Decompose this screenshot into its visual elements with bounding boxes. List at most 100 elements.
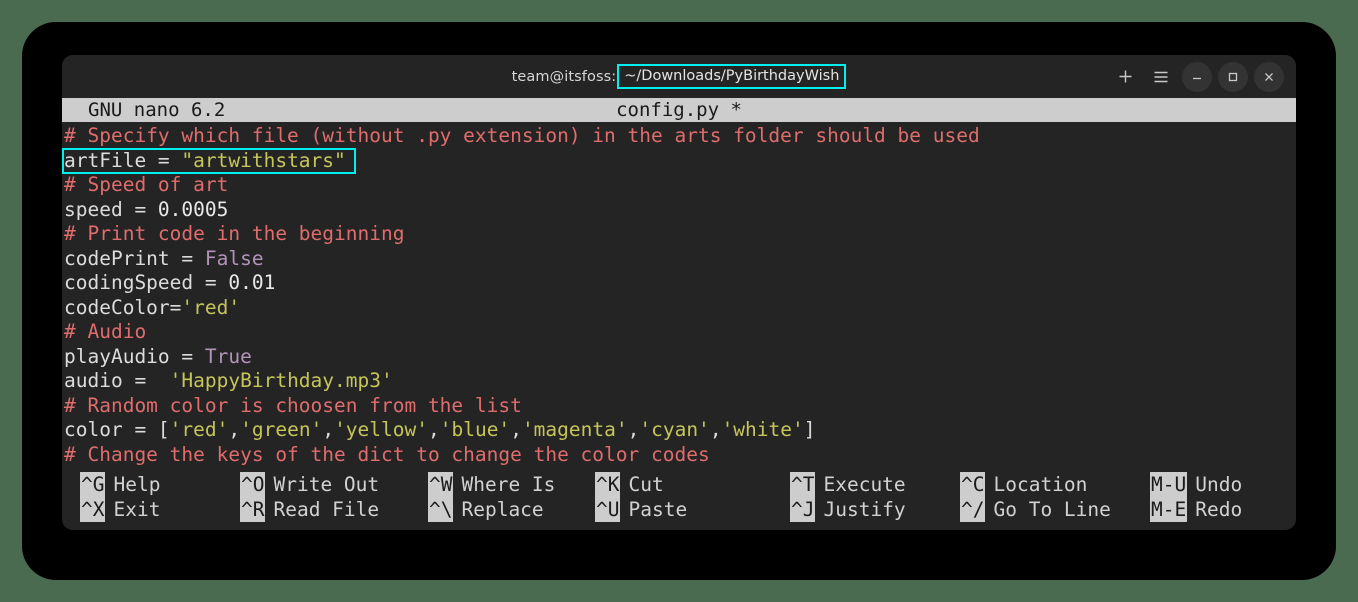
shortcut-item[interactable]: ^/Go To Line bbox=[960, 497, 1111, 522]
shortcut-row-2: ^XExit ^RRead File ^\Replace ^UPaste ^JJusti… bbox=[62, 497, 1296, 522]
code-token: "artwithstars" bbox=[181, 149, 345, 172]
code-token: True bbox=[205, 345, 252, 368]
code-line[interactable]: codingSpeed = 0.01 bbox=[62, 271, 1296, 296]
shortcut-key: ^R bbox=[240, 497, 265, 522]
code-token: 'magenta' bbox=[522, 418, 628, 441]
editor-area[interactable]: # Specify which file (without .py extens… bbox=[62, 122, 1296, 467]
code-token: , bbox=[628, 418, 640, 441]
code-token: 'yellow' bbox=[334, 418, 428, 441]
code-line[interactable]: # Change the keys of the dict to change … bbox=[62, 443, 1296, 468]
titlebar-user-host: team@itsfoss: bbox=[512, 69, 617, 85]
nano-version-label: GNU nano 6.2 bbox=[62, 98, 225, 122]
code-token: speed = bbox=[64, 198, 158, 221]
shortcut-label: Cut bbox=[620, 472, 663, 497]
close-icon bbox=[1262, 70, 1276, 84]
nano-shortcut-bar: ^GHelp ^OWrite Out ^WWhere Is ^KCut ^TExecut… bbox=[62, 467, 1296, 530]
shortcut-label: Redo bbox=[1187, 497, 1242, 522]
code-comment: # Audio bbox=[64, 320, 146, 343]
shortcut-item[interactable]: ^TExecute bbox=[790, 472, 906, 497]
code-line[interactable]: # Random color is choosen from the list bbox=[62, 394, 1296, 419]
shortcut-item[interactable]: ^OWrite Out bbox=[240, 472, 379, 497]
shortcut-label: Go To Line bbox=[985, 497, 1110, 522]
nano-header-wrap: GNU nano 6.2 config.py * bbox=[62, 98, 1296, 122]
code-line[interactable]: # Audio bbox=[62, 320, 1296, 345]
shortcut-label: Justify bbox=[815, 497, 905, 522]
code-comment: # Random color is choosen from the list bbox=[64, 394, 522, 417]
shortcut-key: M-U bbox=[1150, 472, 1187, 497]
nano-header: GNU nano 6.2 config.py * bbox=[62, 98, 1296, 122]
code-token: 'green' bbox=[240, 418, 322, 441]
shortcut-key: ^G bbox=[80, 472, 105, 497]
code-line[interactable]: artFile = "artwithstars" bbox=[62, 149, 1296, 174]
code-line[interactable]: color = ['red','green','yellow','blue','… bbox=[62, 418, 1296, 443]
code-token: 'red' bbox=[170, 418, 229, 441]
shortcut-item[interactable]: ^KCut bbox=[595, 472, 664, 497]
shortcut-label: Location bbox=[985, 472, 1087, 497]
shortcut-label: Where Is bbox=[453, 472, 555, 497]
maximize-icon bbox=[1226, 70, 1240, 84]
code-token: 'HappyBirthday.mp3' bbox=[170, 369, 393, 392]
shortcut-item[interactable]: M-ERedo bbox=[1150, 497, 1242, 522]
code-token: , bbox=[428, 418, 440, 441]
code-token: 0.01 bbox=[228, 271, 275, 294]
new-tab-button[interactable] bbox=[1110, 62, 1140, 92]
code-comment: # Specify which file (without .py extens… bbox=[64, 124, 980, 147]
close-button[interactable] bbox=[1254, 62, 1284, 92]
shortcut-label: Help bbox=[105, 472, 160, 497]
shortcut-item[interactable]: ^RRead File bbox=[240, 497, 379, 522]
shortcut-key: ^J bbox=[790, 497, 815, 522]
code-token: 0.0005 bbox=[158, 198, 228, 221]
code-token: playAudio = bbox=[64, 345, 205, 368]
shortcut-key: ^C bbox=[960, 472, 985, 497]
minimize-button[interactable] bbox=[1182, 62, 1212, 92]
shortcut-label: Write Out bbox=[265, 472, 379, 497]
window-controls bbox=[1110, 55, 1284, 98]
code-line[interactable]: # Print code in the beginning bbox=[62, 222, 1296, 247]
shortcut-key: ^W bbox=[428, 472, 453, 497]
code-token: 'red' bbox=[181, 296, 240, 319]
shortcut-key: ^X bbox=[80, 497, 105, 522]
code-token: , bbox=[228, 418, 240, 441]
shortcut-item[interactable]: ^JJustify bbox=[790, 497, 906, 522]
menu-button[interactable] bbox=[1146, 62, 1176, 92]
code-token: artFile = bbox=[64, 149, 181, 172]
code-token: codeColor= bbox=[64, 296, 181, 319]
code-token: codingSpeed = bbox=[64, 271, 228, 294]
shortcut-label: Execute bbox=[815, 472, 905, 497]
maximize-button[interactable] bbox=[1218, 62, 1248, 92]
code-token: , bbox=[510, 418, 522, 441]
code-line[interactable]: codePrint = False bbox=[62, 247, 1296, 272]
shortcut-label: Undo bbox=[1187, 472, 1242, 497]
shortcut-key: ^\ bbox=[428, 497, 453, 522]
code-comment: # Speed of art bbox=[64, 173, 228, 196]
shortcut-key: ^T bbox=[790, 472, 815, 497]
terminal-window: team@itsfoss:~/Downloads/PyBirthdayWish bbox=[62, 55, 1296, 530]
code-line[interactable]: # Specify which file (without .py extens… bbox=[62, 124, 1296, 149]
shortcut-label: Paste bbox=[620, 497, 687, 522]
shortcut-label: Exit bbox=[105, 497, 160, 522]
code-line[interactable]: codeColor='red' bbox=[62, 296, 1296, 321]
code-line[interactable]: speed = 0.0005 bbox=[62, 198, 1296, 223]
shortcut-item[interactable]: ^XExit bbox=[80, 497, 160, 522]
code-line[interactable]: # Speed of art bbox=[62, 173, 1296, 198]
code-token: color = [ bbox=[64, 418, 170, 441]
code-token: 'white' bbox=[722, 418, 804, 441]
shortcut-item[interactable]: ^\Replace bbox=[428, 497, 544, 522]
shortcut-item[interactable]: ^WWhere Is bbox=[428, 472, 555, 497]
shortcut-item[interactable]: ^CLocation bbox=[960, 472, 1087, 497]
code-line[interactable]: playAudio = True bbox=[62, 345, 1296, 370]
code-token: , bbox=[710, 418, 722, 441]
code-token: ] bbox=[804, 418, 816, 441]
shortcut-row-1: ^GHelp ^OWrite Out ^WWhere Is ^KCut ^TExecut… bbox=[62, 472, 1296, 497]
code-comment: # Print code in the beginning bbox=[64, 222, 404, 245]
shortcut-item[interactable]: M-UUndo bbox=[1150, 472, 1242, 497]
code-line[interactable]: audio = 'HappyBirthday.mp3' bbox=[62, 369, 1296, 394]
shortcut-item[interactable]: ^GHelp bbox=[80, 472, 160, 497]
shortcut-item[interactable]: ^UPaste bbox=[595, 497, 687, 522]
shortcut-key: ^U bbox=[595, 497, 620, 522]
code-comment: # Change the keys of the dict to change … bbox=[64, 443, 710, 466]
shortcut-key: ^K bbox=[595, 472, 620, 497]
code-token: 'blue' bbox=[440, 418, 510, 441]
titlebar-path-highlighted: ~/Downloads/PyBirthdayWish bbox=[617, 64, 846, 90]
code-token: audio = bbox=[64, 369, 170, 392]
